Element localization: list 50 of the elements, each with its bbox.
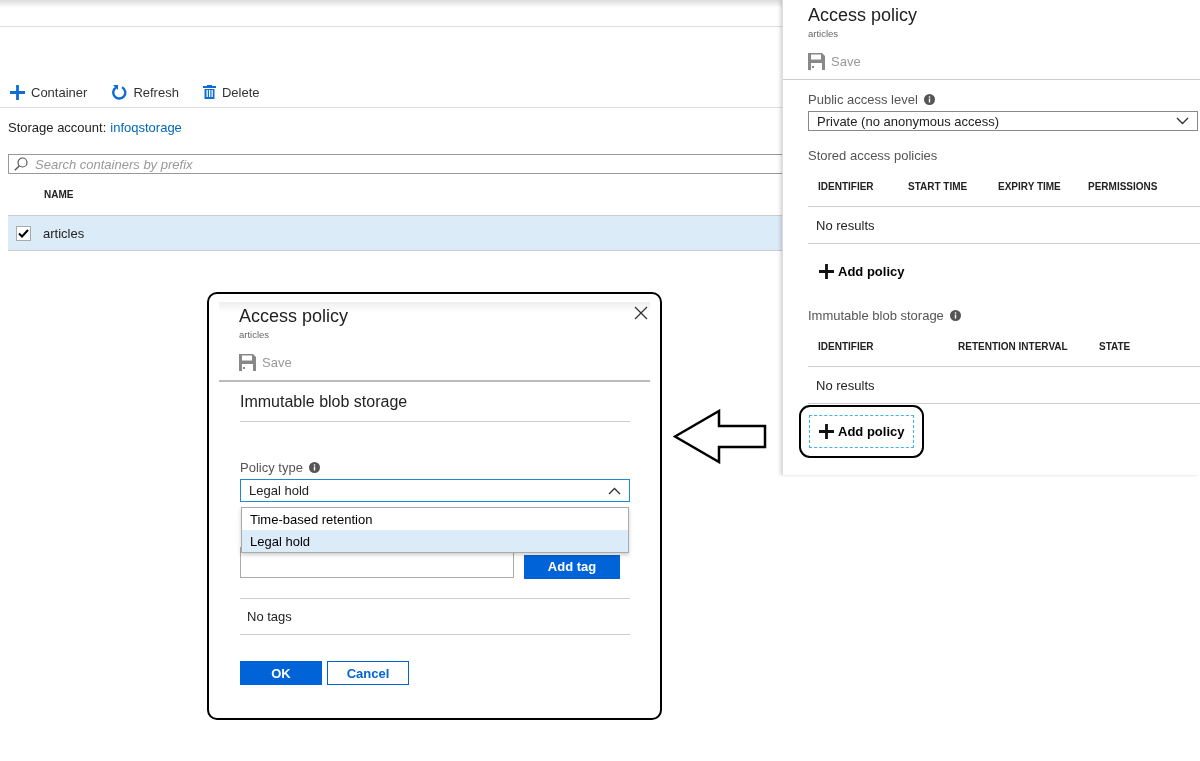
checkbox[interactable] bbox=[16, 225, 31, 241]
section-title: Immutable blob storage bbox=[240, 393, 630, 422]
column-header: PERMISSIONS bbox=[1088, 181, 1158, 192]
column-header: IDENTIFIER bbox=[818, 181, 874, 192]
refresh-icon bbox=[111, 83, 128, 101]
column-header: START TIME bbox=[908, 181, 968, 192]
plus-icon bbox=[10, 84, 25, 100]
cancel-button[interactable]: Cancel bbox=[327, 661, 409, 685]
add-policy-button[interactable]: Add policy bbox=[809, 255, 915, 288]
toolbar-button[interactable]: Refresh bbox=[109, 83, 181, 101]
section-label: Stored access policies bbox=[808, 148, 938, 163]
column-header: EXPIRY TIME bbox=[998, 181, 1061, 192]
search-field[interactable]: Search containers by prefix bbox=[8, 154, 782, 174]
empty-message: No tags bbox=[247, 609, 292, 624]
account-link[interactable]: infoqstorage bbox=[110, 120, 182, 135]
empty-message: No results bbox=[816, 218, 875, 233]
ok-button[interactable]: OK bbox=[240, 661, 322, 685]
account-label: Storage account: bbox=[8, 120, 107, 135]
trash-icon bbox=[202, 85, 216, 99]
column-header: RETENTION INTERVAL bbox=[958, 341, 1068, 352]
toolbar-button[interactable]: Container bbox=[8, 84, 90, 100]
empty-message: No results bbox=[816, 378, 875, 393]
save-icon bbox=[239, 354, 256, 371]
chevron-icon bbox=[1176, 117, 1189, 125]
plus-icon bbox=[819, 424, 834, 439]
add-tag-button[interactable]: Add tag bbox=[524, 555, 620, 579]
info-icon[interactable] bbox=[308, 462, 320, 473]
toolbar-button[interactable]: Delete bbox=[200, 84, 262, 100]
policy-type-dropdown[interactable]: Legal hold bbox=[240, 479, 630, 502]
section-label: Immutable blob storage bbox=[808, 308, 944, 323]
dialog-subtitle: articles bbox=[239, 329, 271, 340]
panel-title: Access policy bbox=[808, 5, 919, 26]
field-label: Policy type bbox=[240, 460, 303, 475]
column-header: STATE bbox=[1099, 341, 1131, 352]
plus-icon bbox=[819, 264, 834, 279]
dropdown-option[interactable]: Legal hold bbox=[242, 530, 628, 552]
table-row[interactable]: articles bbox=[8, 215, 782, 251]
info-icon[interactable] bbox=[949, 310, 961, 321]
dialog-title: Access policy bbox=[239, 306, 349, 327]
column-header: NAME bbox=[44, 189, 74, 200]
container-name: articles bbox=[43, 225, 85, 241]
field-label: Public access level bbox=[808, 92, 918, 107]
panel-subtitle: articles bbox=[808, 28, 840, 39]
dropdown-option[interactable]: Time-based retention bbox=[242, 508, 628, 530]
chevron-icon bbox=[608, 486, 621, 495]
save-icon bbox=[808, 53, 825, 70]
tag-input[interactable] bbox=[240, 547, 514, 578]
access-level-dropdown[interactable]: Private (no anonymous access) bbox=[808, 111, 1198, 131]
column-header: IDENTIFIER bbox=[818, 341, 874, 352]
info-icon[interactable] bbox=[923, 94, 935, 105]
